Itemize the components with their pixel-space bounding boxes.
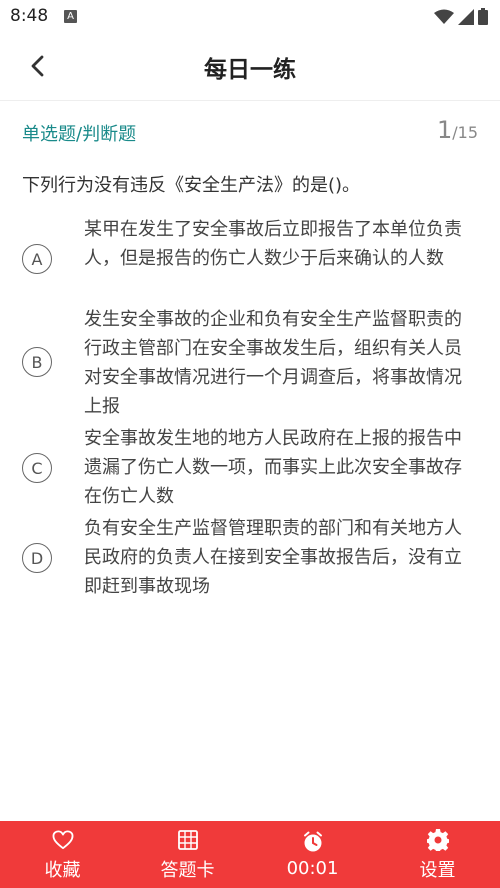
question-counter: 1/15: [437, 116, 478, 144]
option-d[interactable]: D 负有安全生产监督管理职责的部门和有关地方人民政府的负责人在接到安全事故报告后…: [0, 514, 500, 602]
question-text: 下列行为没有违反《安全生产法》的是()。: [22, 175, 361, 196]
option-c-circle: C: [22, 453, 52, 483]
answer-card-label: 答题卡: [160, 859, 215, 881]
option-c[interactable]: C 安全事故发生地的地方人民政府在上报的报告中遗漏了伤亡人数一项，而事实上此次安…: [0, 424, 500, 512]
status-icons: [434, 8, 488, 25]
favorite-label: 收藏: [44, 859, 81, 881]
status-time: 8:48: [10, 6, 49, 26]
heart-icon: [52, 829, 73, 849]
settings-label: 设置: [419, 859, 456, 881]
signal-icon: [458, 8, 474, 25]
notification-a-icon: A: [64, 10, 77, 23]
question-type-label: 单选题/判断题: [22, 124, 137, 145]
option-a-text: 某甲在发生了安全事故后立即报告了本单位负责人，但是报告的伤亡人数少于后来确认的人…: [84, 219, 462, 269]
favorite-tab[interactable]: 收藏: [0, 821, 125, 888]
option-a-circle: A: [22, 244, 52, 274]
option-c-text: 安全事故发生地的地方人民政府在上报的报告中遗漏了伤亡人数一项，而事实上此次安全事…: [84, 428, 462, 507]
option-b[interactable]: B 发生安全事故的企业和负有安全生产监督职责的行政主管部门在安全事故发生后，组织…: [0, 305, 500, 422]
page-title: 每日一练: [204, 57, 296, 83]
status-bar: 8:48 A: [0, 0, 500, 34]
total-questions: /15: [452, 123, 478, 142]
settings-tab[interactable]: 设置: [375, 821, 500, 888]
timer-label: 00:01: [286, 858, 339, 879]
option-a[interactable]: A 某甲在发生了安全事故后立即报告了本单位负责人，但是报告的伤亡人数少于后来确认…: [0, 215, 500, 303]
timer-icon: [303, 831, 322, 852]
current-question-number: 1: [436, 116, 453, 144]
wifi-icon: [434, 9, 454, 24]
answer-card-tab[interactable]: 答题卡: [125, 821, 250, 888]
bottom-bar: 收藏 答题卡 00:01 设置: [0, 821, 500, 888]
timer-tab[interactable]: 00:01: [250, 821, 375, 888]
option-b-text: 发生安全事故的企业和负有安全生产监督职责的行政主管部门在安全事故发生后，组织有关…: [84, 309, 462, 417]
header: 每日一练: [0, 34, 500, 101]
battery-icon: [478, 8, 488, 25]
option-d-circle: D: [22, 543, 52, 573]
gear-icon: [426, 828, 449, 851]
option-d-text: 负有安全生产监督管理职责的部门和有关地方人民政府的负责人在接到安全事故报告后，没…: [84, 518, 462, 597]
answer-card-icon: [177, 829, 198, 850]
option-b-circle: B: [22, 347, 52, 377]
